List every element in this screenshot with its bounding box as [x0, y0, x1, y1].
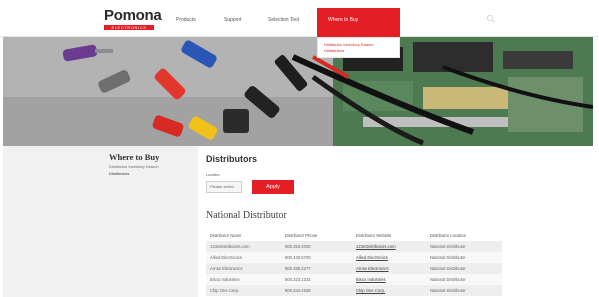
column-header-phone: Distributor Phone — [285, 233, 318, 238]
distributor-name: Bisco Industries — [210, 277, 240, 282]
table-row: 123eDistributors.com 800.353.4000 123eDi… — [206, 241, 502, 252]
dropdown-distributors[interactable]: Distributors — [324, 48, 344, 53]
sidebar — [3, 146, 198, 297]
apply-button[interactable]: Apply — [252, 180, 294, 194]
distributor-location: National Distributor — [430, 255, 466, 260]
location-select[interactable]: Please select — [206, 181, 242, 193]
test-leads-photo — [3, 37, 593, 146]
column-header-website: Distributor Website — [356, 233, 392, 238]
table-row: Chip One Corp. 800.344.4539 Chip One Cor… — [206, 285, 502, 296]
logo-name: Pomona — [104, 7, 162, 24]
distributor-website-link[interactable]: 123eDistributors.com — [356, 241, 396, 252]
pomona-logo[interactable]: Pomona ELECTRONICS — [104, 7, 162, 32]
nav-selection-tool[interactable]: Selection Tool — [268, 17, 299, 23]
distributor-table: Distributor Name Distributor Phone Distr… — [206, 230, 502, 296]
distributor-name: Arrow Electronics — [210, 266, 243, 271]
distributor-website-link[interactable]: Chip One Corp. — [356, 285, 385, 296]
distributor-location: National Distributor — [430, 288, 466, 293]
distributor-phone: 800.344.4539 — [285, 288, 311, 293]
column-header-location: Distributor Location — [430, 233, 467, 238]
sidebar-link-distributor-inventory-search[interactable]: Distributor Inventory Search — [109, 164, 159, 169]
nav-where-to-buy[interactable]: Where to Buy — [328, 17, 358, 23]
distributor-name: Chip One Corp. — [210, 288, 240, 293]
hero-banner-image — [3, 37, 593, 146]
distributor-website-link[interactable]: Allied Electronics — [356, 252, 388, 263]
distributor-website-link[interactable]: Bisco Industries — [356, 274, 386, 285]
table-row: Arrow Electronics 800.388.2277 Arrow Ele… — [206, 263, 502, 274]
logo-tagline: ELECTRONICS — [104, 25, 154, 30]
distributor-website-link[interactable]: Arrow Electronics — [356, 263, 389, 274]
distributor-phone: 800.323.1232 — [285, 277, 311, 282]
page-title: Distributors — [206, 154, 258, 164]
distributor-location: National Distributor — [430, 266, 466, 271]
nav-support[interactable]: Support — [224, 17, 242, 23]
distributor-location: National Distributor — [430, 277, 466, 282]
table-row: Allied Electronics 800.433.5700 Allied E… — [206, 252, 502, 263]
nav-products[interactable]: Products — [176, 17, 196, 23]
table-header-row: Distributor Name Distributor Phone Distr… — [206, 230, 502, 241]
sidebar-link-distributors[interactable]: Distributors — [109, 171, 129, 176]
location-label: Location — [206, 173, 220, 177]
top-header: Pomona ELECTRONICS Products Support Sele… — [0, 0, 599, 37]
column-header-name: Distributor Name — [210, 233, 242, 238]
distributor-name: 123eDistributors.com — [210, 244, 250, 249]
national-distributor-heading: National Distributor — [206, 210, 287, 221]
dropdown-distributor-inventory-search[interactable]: Distributor Inventory Search — [324, 42, 374, 47]
distributor-name: Allied Electronics — [210, 255, 242, 260]
distributor-phone: 800.433.5700 — [285, 255, 311, 260]
sidebar-title: Where to Buy — [109, 152, 160, 162]
distributor-location: National Distributor — [430, 244, 466, 249]
where-to-buy-dropdown: Distributor Inventory Search Distributor… — [317, 37, 400, 58]
table-row: Bisco Industries 800.323.1232 Bisco Indu… — [206, 274, 502, 285]
distributor-phone: 800.388.2277 — [285, 266, 311, 271]
search-icon[interactable] — [486, 14, 496, 24]
distributor-phone: 800.353.4000 — [285, 244, 311, 249]
